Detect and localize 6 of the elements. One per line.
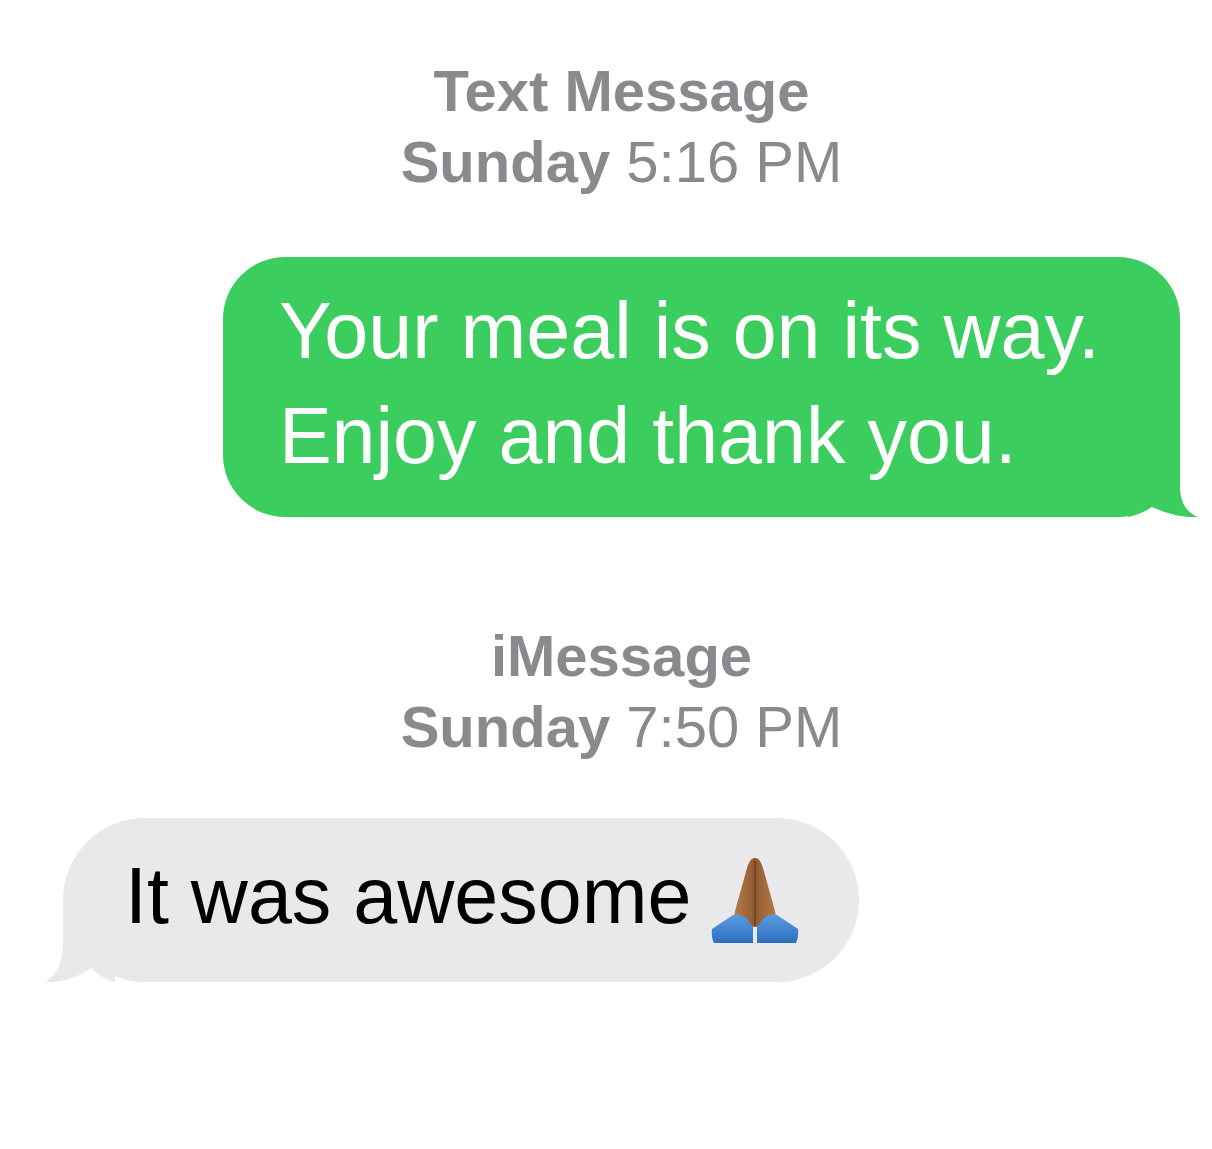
service-label: Text Message xyxy=(433,57,810,125)
timestamp-text: Sunday 7:50 PM xyxy=(400,693,843,761)
timestamp-text: Sunday 5:16 PM xyxy=(400,128,843,196)
message-text: Your meal is on its way. Enjoy and thank you. xyxy=(278,285,1100,482)
message-text: It was awesome xyxy=(125,850,692,942)
service-label: iMessage xyxy=(490,622,753,690)
